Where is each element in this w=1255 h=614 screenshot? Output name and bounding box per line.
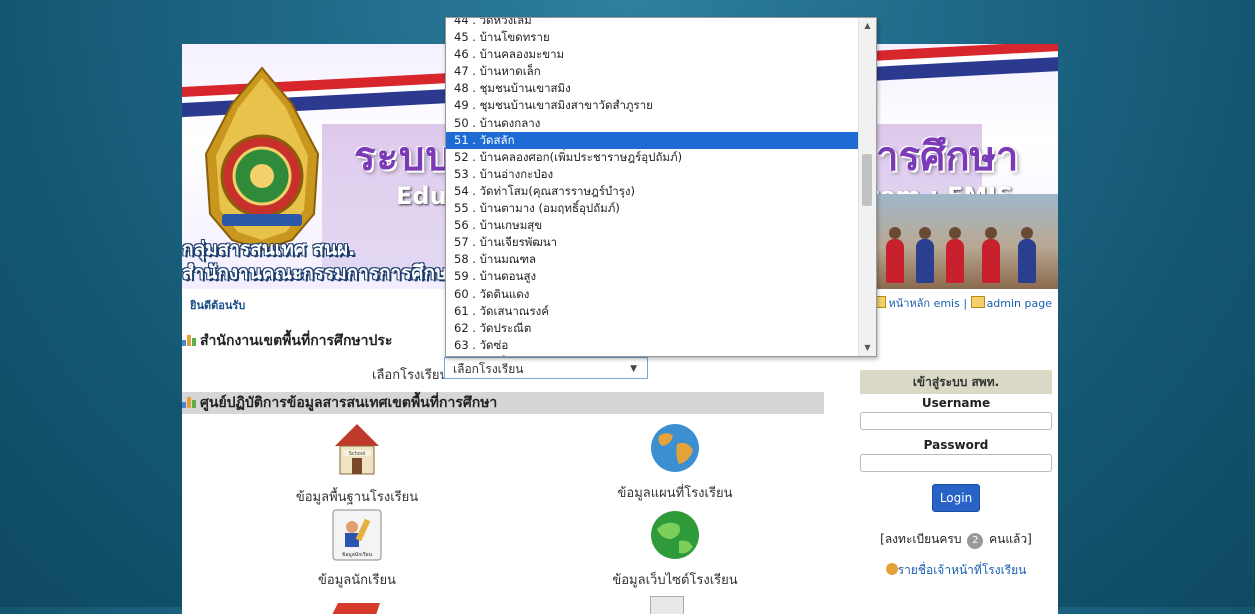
dropdown-option[interactable]: 61 . วัดเสนาณรงค์	[446, 303, 858, 320]
school-map-tile[interactable]: ข้อมูลแผนที่โรงเรียน	[590, 422, 760, 503]
section-header-info-center: ศูนย์ปฏิบัติการข้อมูลสารสนเทศเขตพื้นที่ก…	[182, 392, 824, 414]
school-staff-link[interactable]: รายชื่อเจ้าหน้าที่โรงเรียน	[860, 561, 1052, 580]
student-icon-text: ข้อมูลนักเรียน	[342, 551, 373, 558]
student-figure	[946, 227, 964, 283]
school-map-label: ข้อมูลแผนที่โรงเรียน	[617, 486, 733, 501]
dropdown-option[interactable]: 57 . บ้านเจียรพัฒนา	[446, 234, 858, 251]
scrollbar-thumb[interactable]	[862, 154, 872, 206]
bar-chart-icon	[182, 396, 196, 408]
dropdown-option[interactable]: 62 . วัดประณีต	[446, 320, 858, 337]
dropdown-option[interactable]: 59 . บ้านดอนสูง	[446, 268, 858, 285]
school-building-icon: School	[335, 424, 379, 475]
dropdown-option[interactable]: 48 . ชุมชนบ้านเขาสมิง	[446, 80, 858, 97]
link-separator: |	[963, 297, 968, 310]
school-basic-info-label: ข้อมูลพื้นฐานโรงเรียน	[295, 490, 419, 505]
dropdown-option[interactable]: 46 . บ้านคลองมะขาม	[446, 46, 858, 63]
username-input[interactable]	[860, 412, 1052, 430]
dropdown-option[interactable]: 47 . บ้านหาดเล็ก	[446, 63, 858, 80]
dropdown-option[interactable]: 55 . บ้านตามาง (อมฤทธิ์อุปถัมภ์)	[446, 200, 858, 217]
green-globe-icon	[651, 511, 699, 559]
banner-title-left: ระบบ	[354, 134, 452, 180]
registered-suffix: คนแล้ว]	[989, 532, 1032, 546]
users-icon	[885, 563, 898, 575]
student-figure	[1018, 227, 1036, 283]
welcome-text: ยินดีต้อนรับ	[190, 299, 246, 312]
admin-page-link[interactable]: admin page	[987, 297, 1052, 310]
emis-logo-icon	[330, 600, 384, 614]
dropdown-option[interactable]: 54 . วัดท่าโสม(คุณสารราษฎร์บำรุง)	[446, 183, 858, 200]
school-select-label: เลือกโรงเรียน	[372, 368, 449, 383]
banner-title-right: ารศึกษา	[876, 134, 1019, 180]
login-panel: เข้าสู่ระบบ สพท. Username Password Login…	[860, 370, 1052, 580]
dropdown-option[interactable]: 44 . วัดหวังเลม	[446, 18, 858, 29]
students-photo	[872, 194, 1058, 289]
scroll-up-arrow-icon[interactable]: ▲	[859, 18, 876, 34]
school-website-tile[interactable]: ข้อมูลเว็บไซต์โรงเรียน	[590, 509, 760, 590]
student-figure	[982, 227, 1000, 283]
dropdown-option[interactable]: 49 . ชุมชนบ้านเขาสมิงสาขาวัดสำภูราย	[446, 97, 858, 114]
registered-count-badge: 2	[967, 533, 984, 549]
password-label: Password	[923, 438, 989, 452]
school-options: 44 . วัดหวังเลม 45 . บ้านโขดทราย 46 . บ้าน…	[446, 18, 858, 356]
ministry-emblem-logo	[204, 66, 320, 252]
home-icon	[970, 296, 985, 308]
globe-icon	[651, 424, 699, 472]
home-emis-link[interactable]: หน้าหลัก emis	[888, 297, 959, 310]
bar-chart-icon	[182, 334, 196, 346]
dropdown-option[interactable]: 45 . บ้านโขดทราย	[446, 29, 858, 46]
student-info-tile[interactable]: ข้อมูลนักเรียน ข้อมูลนักเรียน	[272, 509, 442, 590]
student-figure	[916, 227, 934, 283]
school-website-label: ข้อมูลเว็บไซต์โรงเรียน	[612, 573, 738, 588]
student-figure	[886, 227, 904, 283]
dropdown-option[interactable]: 60 . วัดดินแดง	[446, 286, 858, 303]
dropdown-option[interactable]: 51 . วัดสลัก	[446, 131, 858, 149]
username-label: Username	[921, 396, 991, 410]
school-icon-text: School	[349, 451, 366, 457]
school-staff-label: รายชื่อเจ้าหน้าที่โรงเรียน	[897, 563, 1027, 577]
school-select-value: เลือกโรงเรียน	[453, 362, 524, 376]
dropdown-option[interactable]: 64 . บ้านโป่ง	[446, 354, 858, 356]
section-header-area-office: สำนักงานเขตพื้นที่การศึกษาประ	[182, 330, 392, 352]
dropdown-option[interactable]: 52 . บ้านคลองศอก(เพิ่มประชาราษฎร์อุปถัมภ…	[446, 149, 858, 166]
login-heading: เข้าสู่ระบบ สพท.	[860, 370, 1052, 394]
dropdown-option[interactable]: 50 . บ้านดงกลาง	[446, 115, 858, 132]
registered-prefix: [ลงทะเบียนครบ	[880, 532, 962, 546]
school-basic-info-tile[interactable]: School ข้อมูลพื้นฐานโรงเรียน	[272, 422, 442, 507]
document-icon	[650, 596, 684, 614]
registered-count-text: [ลงทะเบียนครบ 2 คนแล้ว]	[860, 530, 1052, 549]
dropdown-option[interactable]: 58 . บ้านมณฑล	[446, 251, 858, 268]
school-select[interactable]: เลือกโรงเรียน ▼	[444, 357, 648, 379]
dropdown-option[interactable]: 63 . วัดซ่อ	[446, 337, 858, 354]
section-title: สำนักงานเขตพื้นที่การศึกษาประ	[200, 333, 393, 349]
top-links: หน้าหลัก emis | admin page	[872, 294, 1052, 312]
dropdown-scrollbar[interactable]: ▲ ▼	[858, 18, 876, 356]
school-dropdown-list[interactable]: 44 . วัดหวังเลม 45 . บ้านโขดทราย 46 . บ้าน…	[445, 17, 877, 357]
office-name: สำนักงานคณะกรรมการการศึกษา	[182, 262, 459, 284]
student-info-icon: ข้อมูลนักเรียน	[332, 509, 382, 561]
scroll-down-arrow-icon[interactable]: ▼	[859, 340, 876, 356]
section-title: ศูนย์ปฏิบัติการข้อมูลสารสนเทศเขตพื้นที่ก…	[200, 395, 498, 411]
password-input[interactable]	[860, 454, 1052, 472]
dropdown-option[interactable]: 53 . บ้านอ่างกะป่อง	[446, 166, 858, 183]
dropdown-option[interactable]: 56 . บ้านเกษมสุข	[446, 217, 858, 234]
chevron-down-icon: ▼	[630, 364, 637, 374]
student-info-label: ข้อมูลนักเรียน	[318, 573, 396, 588]
login-button[interactable]: Login	[932, 484, 980, 512]
